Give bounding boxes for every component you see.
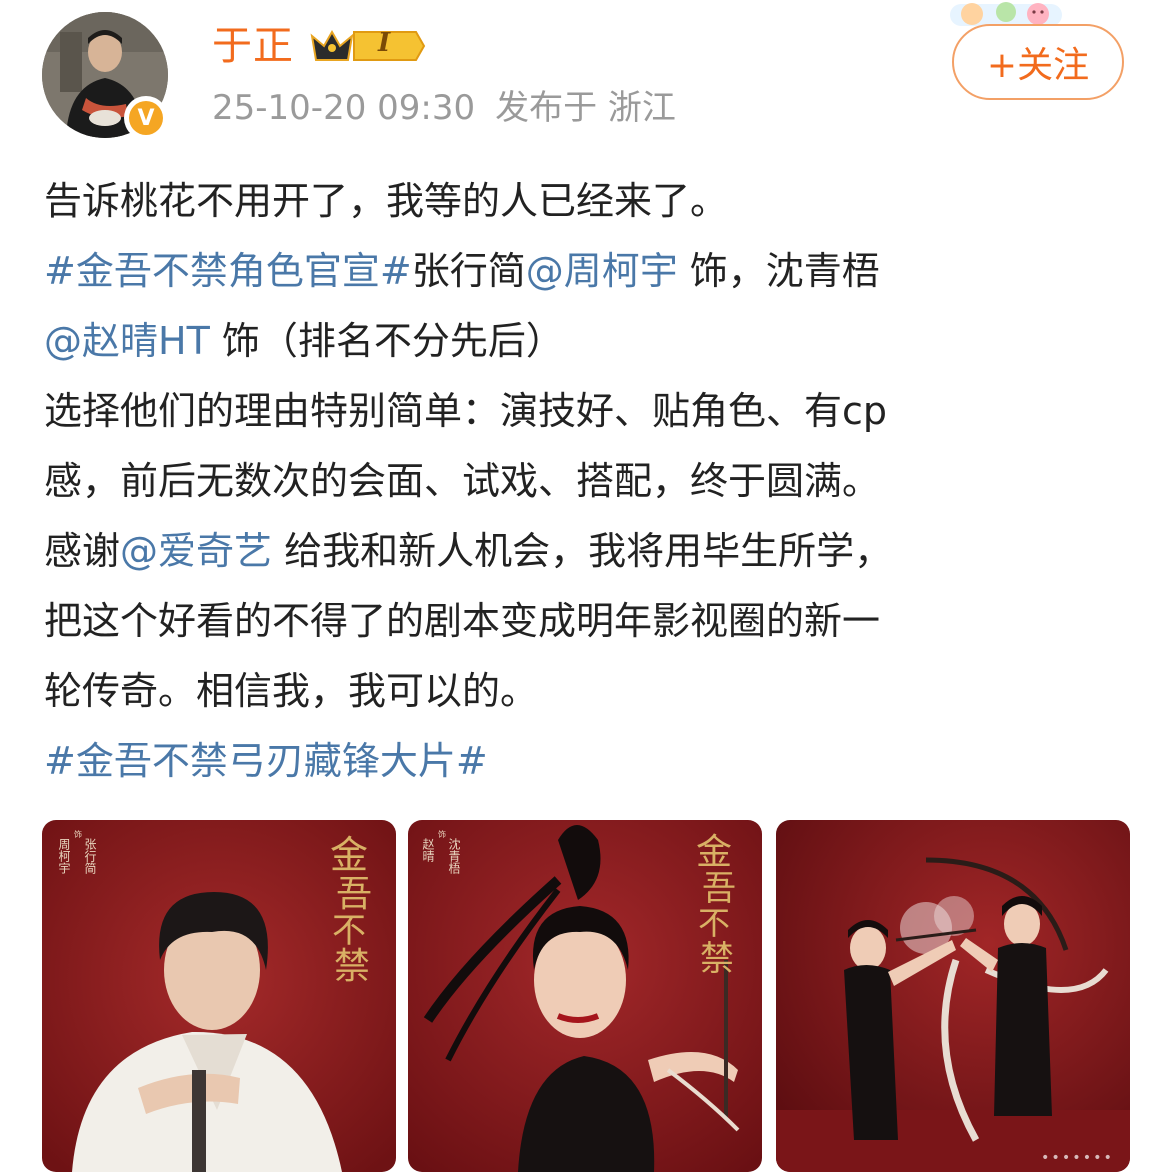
post-text-span: 给我和新人机会，我将用毕生所学， bbox=[272, 529, 893, 573]
mention-link[interactable]: @赵晴HT bbox=[44, 319, 210, 363]
hashtag-link[interactable]: #金吾不禁弓刃藏锋大片# bbox=[44, 739, 488, 783]
poster-image-2[interactable]: 金 吾 不 禁 沈青梧 饰 赵晴 bbox=[408, 820, 762, 1172]
post-line: #金吾不禁弓刃藏锋大片# bbox=[44, 726, 1134, 796]
poster-title-char: 吾 bbox=[336, 874, 372, 915]
verified-badge-icon: V bbox=[124, 96, 168, 140]
post-line: #金吾不禁角色官宣#张行简@周柯宇 饰，沈青梧 bbox=[44, 236, 1134, 306]
poster-title-char: 禁 bbox=[334, 946, 370, 987]
credit-shi: 饰 bbox=[74, 829, 83, 839]
weibo-post-page: V 于正 I 25-10-20 09:30 发布于 浙江 +关注 告诉桃花不用开了… bbox=[0, 0, 1169, 1174]
credit-actor: 赵晴 bbox=[421, 838, 435, 862]
post-time[interactable]: 25-10-20 09:30 bbox=[212, 88, 475, 128]
credit-role: 沈青梧 bbox=[447, 837, 461, 874]
vip-level: I bbox=[378, 28, 391, 58]
poster-image-3[interactable]: ••••••• bbox=[776, 820, 1130, 1172]
mention-link[interactable]: @爱奇艺 bbox=[120, 529, 272, 573]
poster-title-char: 不 bbox=[698, 904, 730, 942]
post-text-span: 张行简 bbox=[411, 249, 526, 293]
poster-title-char: 金 bbox=[330, 833, 368, 877]
post-text-span: 饰，沈青梧 bbox=[677, 249, 880, 293]
hashtag-link[interactable]: #金吾不禁角色官宣# bbox=[44, 249, 412, 293]
poster-title-char: 吾 bbox=[702, 869, 736, 909]
image-grid: 金 吾 不 禁 张行简 饰 周柯宇 金 吾 不 禁 沈青梧 饰 赵晴 •••••… bbox=[42, 820, 1130, 1172]
post-line: 轮传奇。相信我，我可以的。 bbox=[44, 669, 539, 713]
credit-shi: 饰 bbox=[438, 829, 447, 839]
post-location: 发布于 浙江 bbox=[495, 88, 676, 128]
credit-role: 张行简 bbox=[83, 838, 97, 874]
post-line: @赵晴HT 饰（排名不分先后） bbox=[44, 306, 1134, 376]
post-text-span: 感谢 bbox=[44, 529, 121, 573]
follow-button[interactable]: +关注 bbox=[952, 24, 1124, 100]
poster-title-char: 禁 bbox=[700, 939, 734, 979]
poster-image-1[interactable]: 金 吾 不 禁 张行简 饰 周柯宇 bbox=[42, 820, 396, 1172]
post-content: 告诉桃花不用开了，我等的人已经来了。 #金吾不禁角色官宣#张行简@周柯宇 饰，沈… bbox=[44, 166, 1134, 796]
vip-crown-badge[interactable]: I bbox=[308, 24, 428, 68]
post-line: 选择他们的理由特别简单：演技好、贴角色、有cp bbox=[44, 389, 888, 433]
post-line: 把这个好看的不得了的剧本变成明年影视圈的新一 bbox=[44, 599, 881, 643]
post-text-span: 饰（排名不分先后） bbox=[209, 319, 564, 363]
mention-link[interactable]: @周柯宇 bbox=[526, 249, 678, 293]
crown-icon bbox=[310, 29, 426, 61]
post-line: 告诉桃花不用开了，我等的人已经来了。 bbox=[44, 179, 729, 223]
post-meta: 25-10-20 09:30 发布于 浙江 bbox=[212, 86, 676, 130]
credit-actor: 周柯宇 bbox=[57, 838, 71, 874]
post-line: 感谢@爱奇艺 给我和新人机会，我将用毕生所学， bbox=[44, 516, 1134, 586]
poster-title-char: 金 bbox=[696, 832, 732, 873]
watermark: ••••••• bbox=[1040, 1150, 1114, 1166]
post-line: 感，前后无数次的会面、试戏、搭配，终于圆满。 bbox=[44, 459, 881, 503]
username[interactable]: 于正 bbox=[212, 20, 294, 72]
poster-title-char: 不 bbox=[332, 911, 366, 951]
